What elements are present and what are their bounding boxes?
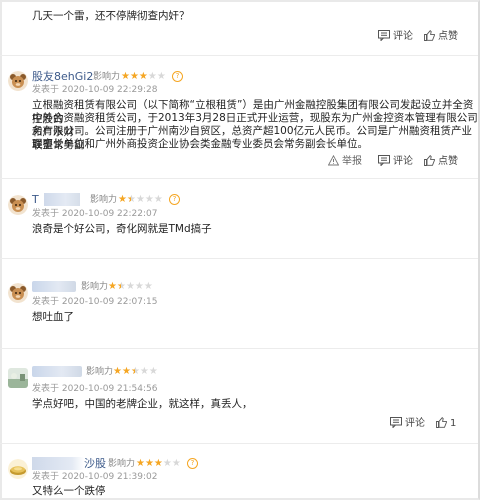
avatar[interactable]	[8, 195, 28, 215]
comment-text: 想吐血了	[32, 311, 74, 323]
comment-button[interactable]: 评论	[390, 417, 425, 430]
username[interactable]: T	[32, 193, 80, 206]
comment-label: 评论	[405, 418, 425, 429]
comment-text: 又特么一个跌停	[32, 485, 106, 497]
like-button[interactable]: 1	[436, 417, 456, 430]
thumbs-up-icon	[424, 30, 435, 41]
comment-text: 学点好吧，中国的老牌企业，就这样，真丢人，	[32, 398, 253, 410]
post-time: 发表于 2020-10-09 22:07:15	[32, 297, 158, 307]
influence-label: 影响力	[81, 282, 109, 292]
comment-text: 几天一个雷，还不停牌彻查内奸？	[32, 10, 190, 22]
divider	[0, 348, 478, 349]
avatar[interactable]	[8, 283, 28, 303]
comment-label: 评论	[393, 31, 413, 42]
help-icon[interactable]: ?	[169, 194, 180, 205]
influence-stars: ★★★★★	[121, 71, 166, 82]
thumbs-up-icon	[424, 155, 435, 166]
like-label: 点赞	[438, 31, 458, 42]
comment-button[interactable]: 评论	[378, 30, 413, 43]
like-count: 1	[450, 418, 457, 429]
like-label: 点赞	[438, 156, 458, 167]
influence-stars: ★★★★★★	[113, 366, 158, 377]
post-time: 发表于 2020-10-09 22:29:28	[32, 85, 158, 95]
thumbs-up-icon	[436, 417, 447, 428]
post-time: 发表于 2020-10-09 21:54:56	[32, 384, 158, 394]
comment-text: 浪奇是个好公司，奇化网就是TMd搞子	[32, 223, 212, 235]
influence-stars: ★★★★★★	[108, 281, 153, 292]
warning-icon	[328, 155, 339, 166]
username[interactable]	[32, 366, 82, 377]
comment-button[interactable]: 评论	[378, 155, 413, 168]
avatar[interactable]	[8, 71, 28, 91]
username[interactable]: 沙股	[32, 457, 106, 470]
comment-label: 评论	[393, 156, 413, 167]
report-label: 举报	[342, 156, 362, 167]
influence-label: 影响力	[90, 195, 118, 205]
username[interactable]	[32, 281, 76, 292]
influence-stars: ★★★★★	[136, 458, 181, 469]
influence-label: 影响力	[86, 367, 114, 377]
like-button[interactable]: 点赞	[424, 155, 458, 168]
help-icon[interactable]: ?	[187, 458, 198, 469]
post-time: 发表于 2020-10-09 22:22:07	[32, 209, 158, 219]
like-button[interactable]: 点赞	[424, 30, 458, 43]
comment-text-line: 理事长单位和广州外商投资企业协会类金融专业委员会常务副会长单位。	[32, 138, 368, 150]
influence-label: 影响力	[108, 459, 136, 469]
avatar[interactable]	[8, 368, 28, 388]
divider	[0, 55, 478, 56]
influence-label: 影响力	[93, 72, 121, 82]
comment-icon	[390, 417, 402, 428]
divider	[0, 258, 478, 259]
divider	[0, 443, 478, 444]
help-icon[interactable]: ?	[172, 71, 183, 82]
divider	[0, 178, 478, 179]
post-time: 发表于 2020-10-09 21:39:02	[32, 472, 158, 482]
report-button[interactable]: 举报	[328, 155, 362, 168]
influence-stars: ★★★★★★	[118, 194, 163, 205]
avatar[interactable]	[8, 459, 28, 479]
comment-icon	[378, 155, 390, 166]
username[interactable]: 股友8ehGi2	[32, 70, 93, 83]
comment-icon	[378, 30, 390, 41]
